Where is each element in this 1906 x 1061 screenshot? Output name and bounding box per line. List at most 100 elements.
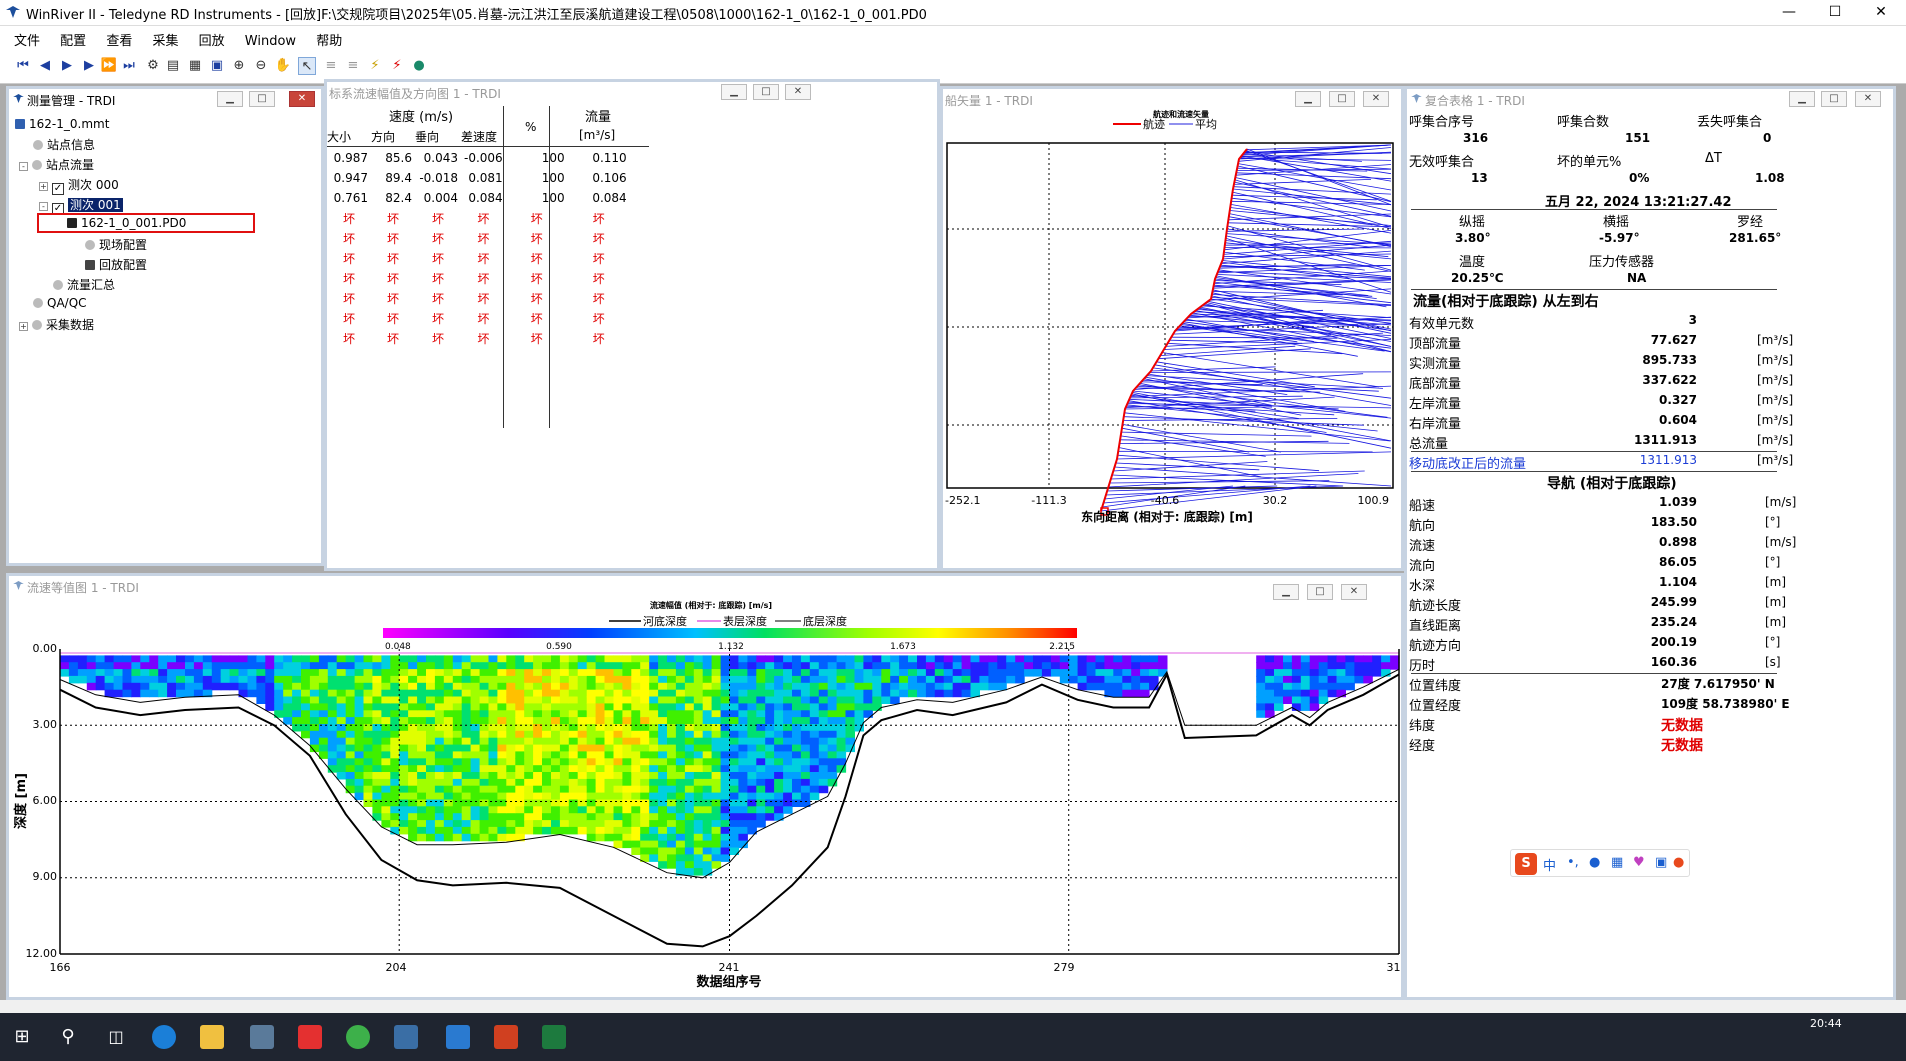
velocity-cell <box>693 840 704 849</box>
lightning-red-icon[interactable]: ⚡ <box>388 57 406 75</box>
ime-chinese-mode-icon[interactable]: 中 <box>1543 855 1556 874</box>
panel-close-button[interactable]: ✕ <box>1363 91 1389 107</box>
panel-minimize-button[interactable]: ▁ <box>217 91 243 107</box>
velocity-cell <box>533 758 543 766</box>
velocity-cell <box>399 703 409 711</box>
panel-close-button[interactable]: ✕ <box>289 91 315 107</box>
velocity-cell <box>515 703 525 711</box>
ime-toolbar[interactable]: S 中 •, ● ▦ ♥ ▣ ● <box>1510 849 1690 877</box>
menu-view[interactable]: 查看 <box>98 26 140 49</box>
tree-item-mmt[interactable]: 162-1_0.mmt <box>15 117 109 131</box>
tree-item-qaqc[interactable]: QA/QC <box>33 296 87 310</box>
velocity-cell <box>149 682 159 691</box>
tree-item-transect-000[interactable]: + ✓ 测次 000 <box>39 176 119 195</box>
flow-label: 实测流量 <box>1409 357 1462 372</box>
task-view-icon[interactable]: ◫ <box>104 1025 128 1049</box>
panel-close-button[interactable]: ✕ <box>785 84 811 100</box>
wps-icon[interactable] <box>298 1025 322 1049</box>
menu-playback[interactable]: 回放 <box>191 26 233 49</box>
velocity-cell <box>399 730 409 739</box>
file-explorer-icon[interactable] <box>200 1025 224 1049</box>
panel-minimize-button[interactable]: ▁ <box>1295 91 1321 107</box>
velocity-cell <box>345 669 356 677</box>
velocity-cell <box>863 682 873 691</box>
table-icon[interactable]: ▣ <box>208 57 226 75</box>
velocity-cell <box>631 792 641 801</box>
panel-restore-button[interactable]: □ <box>249 91 275 107</box>
pan-hand-icon[interactable]: ✋ <box>274 57 292 75</box>
velocity-cell <box>613 772 623 780</box>
collapse-toggle[interactable]: - <box>39 202 48 211</box>
panel-restore-button[interactable]: □ <box>753 84 779 100</box>
ime-keyboard-icon[interactable]: ▦ <box>1611 855 1623 870</box>
velocity-cell <box>818 744 829 753</box>
start-windows-icon[interactable]: ⊞ <box>10 1025 34 1049</box>
panel-minimize-button[interactable]: ▁ <box>721 84 747 100</box>
y-tick-5: 12.00 <box>26 947 58 960</box>
next-ensemble-icon[interactable]: ▶ <box>80 57 98 75</box>
menu-file[interactable]: 文件 <box>6 26 48 49</box>
tree-item-discharge-summary[interactable]: 流量汇总 <box>53 276 115 293</box>
tree-item-playback-config[interactable]: 回放配置 <box>85 256 147 273</box>
menu-help[interactable]: 帮助 <box>308 26 350 49</box>
panel-minimize-button[interactable]: ▁ <box>1789 91 1815 107</box>
velocity-cell <box>720 758 731 766</box>
velocity-cell <box>390 751 400 759</box>
clover-app-icon[interactable] <box>346 1025 370 1049</box>
tree-item-field-config[interactable]: 现场配置 <box>85 236 147 253</box>
search-icon[interactable]: ⚲ <box>56 1025 80 1049</box>
menu-acquire[interactable]: 采集 <box>144 26 186 49</box>
ime-tools-icon[interactable]: ▣ <box>1655 855 1667 870</box>
velocity-cell <box>684 820 695 828</box>
checkbox-transect-000[interactable]: ✓ <box>52 183 64 195</box>
tree-item-acquired-data[interactable]: + 采集数据 <box>19 316 94 333</box>
office-icon[interactable] <box>494 1025 518 1049</box>
velocity-cell <box>702 737 713 746</box>
lightning-icon[interactable]: ⚡ <box>366 57 384 75</box>
close-button[interactable]: ✕ <box>1858 0 1904 26</box>
ime-skin-icon[interactable]: ♥ <box>1633 855 1645 870</box>
fast-forward-icon[interactable]: ⏩ <box>100 57 118 75</box>
pointer-icon[interactable]: ↖ <box>298 57 316 75</box>
measure-icon[interactable]: ≡ <box>322 57 340 75</box>
zoom-out-icon[interactable]: ⊖ <box>252 57 270 75</box>
velocity-cell <box>577 730 588 739</box>
first-ensemble-icon[interactable]: ⏮ <box>14 57 32 75</box>
settings-icon[interactable]: ⚙ <box>144 57 162 75</box>
ruler-icon[interactable]: ≡ <box>344 57 362 75</box>
tree-item-site-discharge[interactable]: - 站点流量 <box>19 156 94 173</box>
globe-icon[interactable]: ● <box>410 57 428 75</box>
tree-item-site-info[interactable]: 站点信息 <box>33 136 95 153</box>
ime-microphone-icon[interactable]: ● <box>1589 855 1600 870</box>
maximize-button[interactable]: ☐ <box>1812 0 1858 26</box>
velocity-cell <box>265 662 275 670</box>
panel-restore-button[interactable]: □ <box>1821 91 1847 107</box>
ime-more-icon[interactable]: ● <box>1673 855 1684 870</box>
excel-icon[interactable] <box>542 1025 566 1049</box>
grid-icon[interactable]: ▦ <box>186 57 204 75</box>
zoom-in-icon[interactable]: ⊕ <box>230 57 248 75</box>
velocity-cell <box>443 751 454 759</box>
export-icon[interactable]: ▤ <box>164 57 182 75</box>
edge-browser-icon[interactable] <box>152 1025 176 1049</box>
menu-window[interactable]: Window <box>237 30 304 49</box>
ime-punctuation-icon[interactable]: •, <box>1567 855 1579 870</box>
tray-clock[interactable]: 20:44 <box>1810 1017 1842 1030</box>
velocity-cell <box>738 833 748 842</box>
velocity-cell <box>684 703 695 711</box>
minimize-button[interactable]: — <box>1766 0 1812 26</box>
expand-toggle[interactable]: + <box>19 322 28 331</box>
play-icon[interactable]: ▶ <box>58 57 76 75</box>
collapse-toggle[interactable]: - <box>19 162 28 171</box>
velocity-cell <box>524 730 534 739</box>
velocity-cell <box>640 730 650 739</box>
expand-toggle[interactable]: + <box>39 182 48 191</box>
previous-ensemble-icon[interactable]: ◀ <box>36 57 54 75</box>
panel-close-button[interactable]: ✕ <box>1855 91 1881 107</box>
menu-config[interactable]: 配置 <box>52 26 94 49</box>
app-icon[interactable] <box>250 1025 274 1049</box>
window-app-icon[interactable] <box>446 1025 470 1049</box>
winriver-taskbar-icon[interactable] <box>394 1025 418 1049</box>
last-ensemble-icon[interactable]: ⏭ <box>120 57 138 75</box>
panel-restore-button[interactable]: □ <box>1329 91 1355 107</box>
